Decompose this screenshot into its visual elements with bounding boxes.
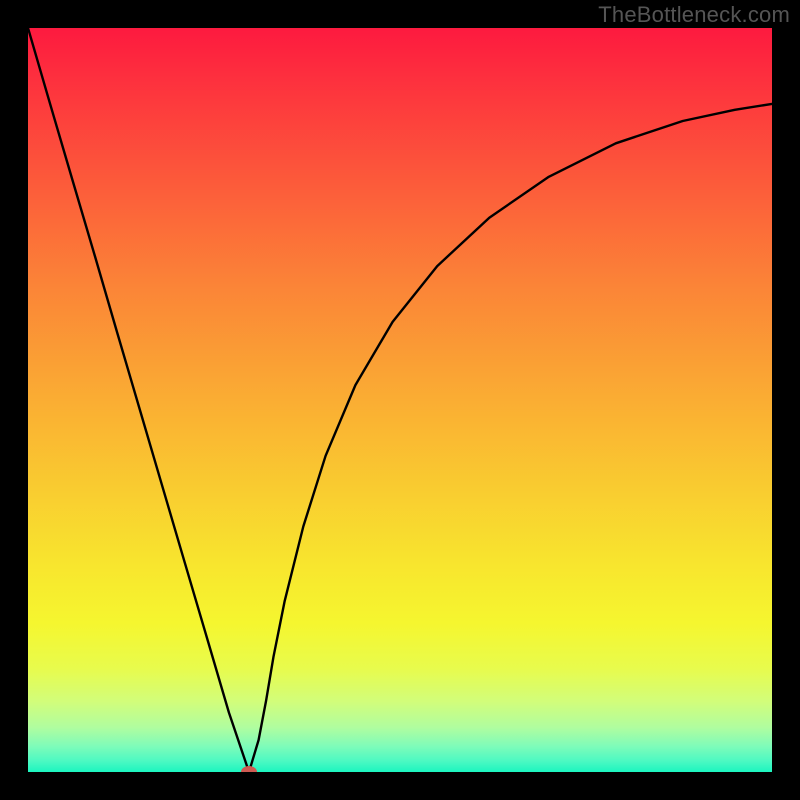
watermark-text: TheBottleneck.com (598, 2, 790, 28)
plot-area (28, 28, 772, 772)
chart-frame: TheBottleneck.com (0, 0, 800, 800)
minimum-marker (241, 766, 257, 772)
curve-line (28, 28, 772, 772)
